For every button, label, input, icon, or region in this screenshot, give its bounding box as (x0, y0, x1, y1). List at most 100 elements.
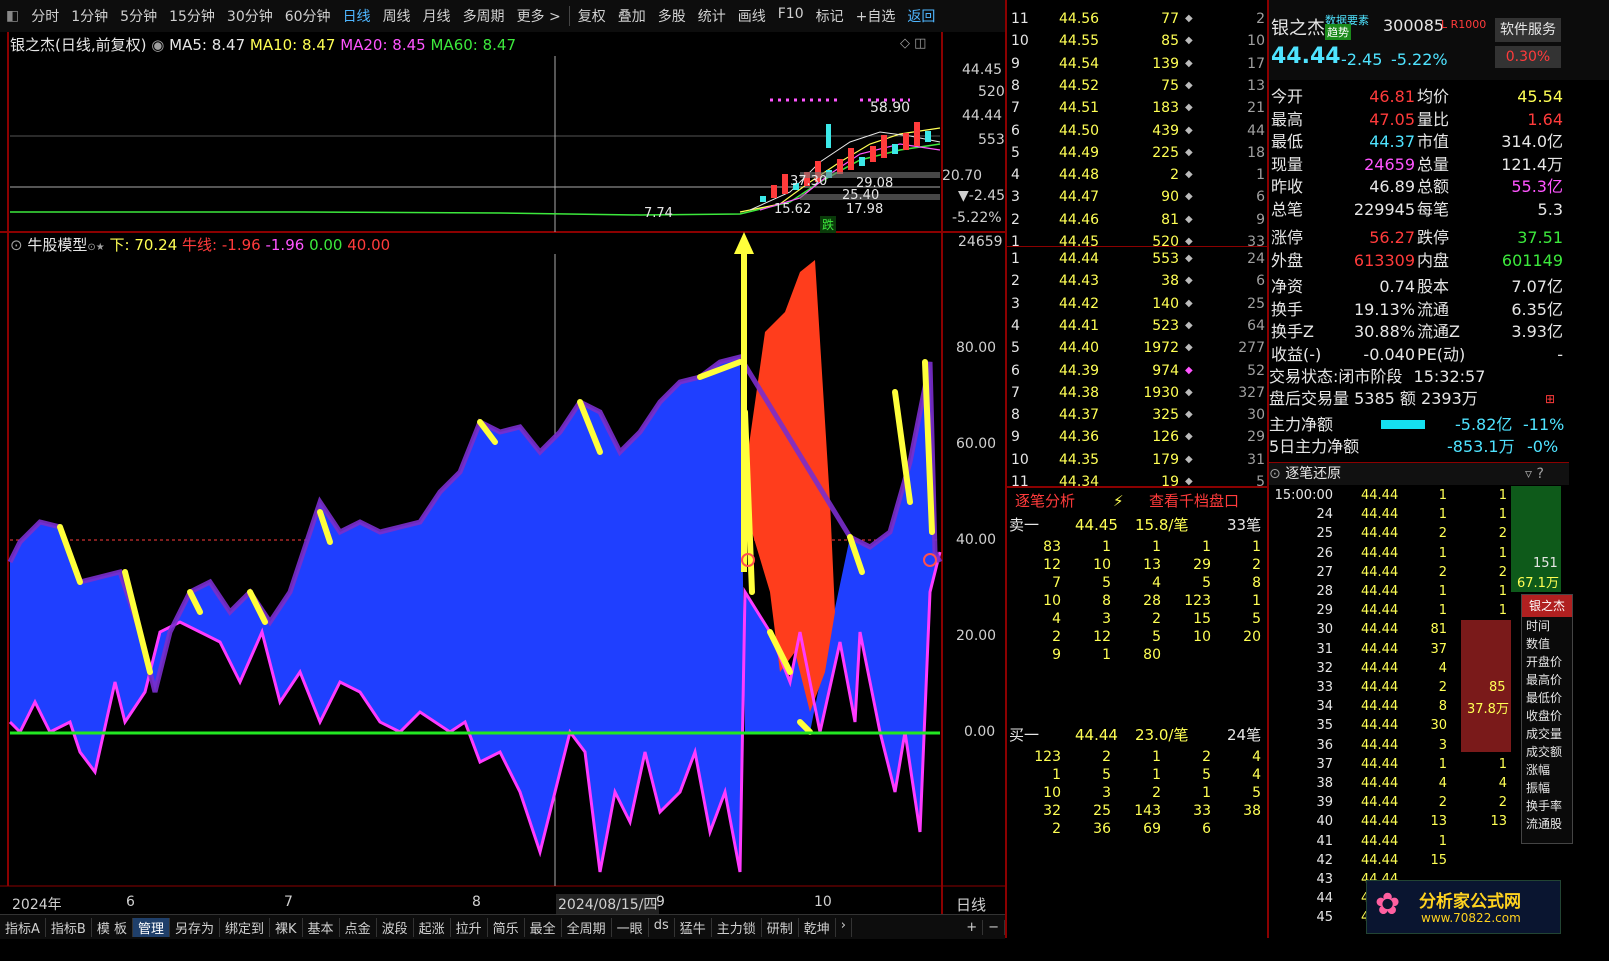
period-tab-6[interactable]: 日线 (337, 6, 377, 26)
tool-button-7[interactable]: +自选 (850, 6, 902, 26)
bids-level-5[interactable]: 5 44.40 1972 ◆ 277 (1007, 337, 1269, 359)
indicator-tab-20[interactable]: 乾坤 (799, 917, 836, 937)
tape-row-16[interactable]: 39 44.44 2 2 (1269, 793, 1529, 812)
indicator-tab-17[interactable]: 猛牛 (675, 917, 712, 937)
tape-row-5[interactable]: 28 44.44 1 1 (1269, 582, 1529, 601)
indicator-tab-19[interactable]: 研制 (762, 917, 799, 937)
tool-button-2[interactable]: 多股 (652, 6, 692, 26)
asks-level-3[interactable]: 3 44.47 90 ◆ 6 (1007, 186, 1269, 208)
bids-level-1[interactable]: 1 44.44 553 ◆ 24 (1007, 248, 1269, 270)
industry-button[interactable]: 软件服务 (1495, 18, 1561, 42)
tool-button-3[interactable]: 统计 (692, 6, 732, 26)
zoom-out-button[interactable]: − (983, 919, 1005, 935)
indicator-tab-8[interactable]: 点金 (340, 917, 377, 937)
tape-row-18[interactable]: 41 44.44 1 (1269, 832, 1529, 851)
asks-level-8[interactable]: 8 44.52 75 ◆ 13 (1007, 75, 1269, 97)
tape-row-15[interactable]: 38 44.44 4 4 (1269, 774, 1529, 793)
level-badge: L R1000 (1441, 18, 1487, 31)
period-tab-7[interactable]: 周线 (377, 6, 417, 26)
period-tab-3[interactable]: 15分钟 (163, 6, 221, 26)
zoom-in-button[interactable]: + (961, 919, 984, 935)
bids-level-2[interactable]: 2 44.43 38 ◆ 6 (1007, 270, 1269, 292)
asks-level-5[interactable]: 5 44.49 225 ◆ 18 (1007, 142, 1269, 164)
chart-canvas[interactable] (0, 32, 1005, 914)
indicator-toggle-icon[interactable]: ⊙ (10, 236, 23, 254)
sell_grid-cell: 10 (1193, 629, 1211, 645)
bids-level-8[interactable]: 8 44.37 325 ◆ 30 (1007, 404, 1269, 426)
indicator-tab-2[interactable]: 模 板 (92, 917, 133, 937)
tape-row-0[interactable]: 15:00:00 44.44 1 1 (1269, 486, 1529, 505)
tape-row-4[interactable]: 27 44.44 2 2 (1269, 563, 1529, 582)
indicator-tab-9[interactable]: 波段 (377, 917, 414, 937)
tool-button-0[interactable]: 复权 (572, 6, 612, 26)
tape-time: 35 (1316, 718, 1333, 734)
asks-level-4[interactable]: 4 44.48 2 ◆ 1 (1007, 164, 1269, 186)
period-tab-10[interactable]: 更多 > (511, 6, 567, 26)
indicator-tab-3[interactable]: 管理 (132, 917, 170, 937)
indicator-tab-11[interactable]: 拉升 (451, 917, 488, 937)
bids-level-7[interactable]: 7 44.38 1930 ◆ 327 (1007, 382, 1269, 404)
tape-price: 44.44 (1361, 603, 1399, 619)
indicator-tab-4[interactable]: 另存为 (170, 917, 220, 937)
tape-row-14[interactable]: 37 44.44 1 1 (1269, 755, 1529, 774)
bids-level-3[interactable]: 3 44.42 140 ◆ 25 (1007, 293, 1269, 315)
layout-toggle-icon[interactable]: ◧ (0, 8, 25, 24)
tape-vol2: 2 (1498, 564, 1507, 580)
diamond-icon[interactable]: ◇ ◫ (900, 36, 926, 51)
tape-row-3[interactable]: 26 44.44 1 1 (1269, 544, 1529, 563)
period-tab-5[interactable]: 60分钟 (279, 6, 337, 26)
tape-time: 37 (1316, 756, 1333, 772)
tool-button-8[interactable]: 返回 (901, 6, 941, 26)
period-tab-2[interactable]: 5分钟 (114, 6, 163, 26)
bids-dot-icon: ◆ (1185, 342, 1193, 354)
tape-row-19[interactable]: 42 44.44 15 (1269, 851, 1529, 870)
tape-toggle-icon[interactable]: ⊙ (1269, 466, 1281, 482)
asks-level-9[interactable]: 9 44.54 139 ◆ 17 (1007, 53, 1269, 75)
indicator-tab-10[interactable]: 起涨 (414, 917, 451, 937)
asks-level-7[interactable]: 7 44.51 183 ◆ 21 (1007, 97, 1269, 119)
indicator-tab-7[interactable]: 基本 (303, 917, 340, 937)
tape-row-2[interactable]: 25 44.44 2 2 (1269, 524, 1529, 543)
bids-level-6[interactable]: 6 44.39 974 ◆ 52 (1007, 360, 1269, 382)
indicator-tab-13[interactable]: 最全 (525, 917, 562, 937)
tape-row-17[interactable]: 40 44.44 13 13 (1269, 812, 1529, 831)
bids-level-9[interactable]: 9 44.36 126 ◆ 29 (1007, 426, 1269, 448)
tape-filter-icon[interactable]: ▿ ? (1525, 463, 1544, 485)
period-tab-8[interactable]: 月线 (417, 6, 457, 26)
tab-depth-view[interactable]: 查看千档盘口 (1149, 488, 1239, 514)
buy_grid-cell: 1 (1152, 749, 1161, 765)
indicator-tab-15[interactable]: 一眼 (612, 917, 649, 937)
asks-level-10[interactable]: 10 44.55 85 ◆ 10 (1007, 30, 1269, 52)
indicator-tab-18[interactable]: 主力锁 (712, 917, 762, 937)
indicator-tab-5[interactable]: 绑定到 (220, 917, 271, 937)
indicator-tab-1[interactable]: 指标B (46, 917, 92, 937)
main-chart-area[interactable]: 银之杰(日线,前复权) ◉ MA5: 8.47 MA10: 8.47 MA20:… (0, 32, 1005, 914)
indicator-tab-16[interactable]: ds (649, 917, 675, 937)
period-tab-4[interactable]: 30分钟 (221, 6, 279, 26)
period-tab-0[interactable]: 分时 (25, 6, 65, 26)
expand-icon[interactable]: ⊞ (1545, 392, 1555, 406)
tape-row-1[interactable]: 24 44.44 1 1 (1269, 505, 1529, 524)
tool-button-1[interactable]: 叠加 (612, 6, 652, 26)
asks-level-2[interactable]: 2 44.46 81 ◆ 9 (1007, 209, 1269, 231)
period-tab-1[interactable]: 1分钟 (65, 6, 114, 26)
buy1-count: 24笔 (1227, 726, 1262, 744)
tool-button-6[interactable]: 标记 (810, 6, 850, 26)
indicator-tab-14[interactable]: 全周期 (562, 917, 612, 937)
tool-button-5[interactable]: F10 (772, 6, 810, 26)
tab-tick-analysis[interactable]: 逐笔分析 (1015, 488, 1075, 514)
settings-dot-icon[interactable]: ◉ (151, 36, 164, 54)
bids-level-10[interactable]: 10 44.35 179 ◆ 31 (1007, 449, 1269, 471)
asks-level-6[interactable]: 6 44.50 439 ◆ 44 (1007, 120, 1269, 142)
indicator-tab-6[interactable]: 裸K (270, 917, 303, 937)
tool-button-4[interactable]: 画线 (732, 6, 772, 26)
asks-level-11[interactable]: 11 44.56 77 ◆ 2 (1007, 8, 1269, 30)
bids-level-4[interactable]: 4 44.41 523 ◆ 64 (1007, 315, 1269, 337)
tape-price: 44.44 (1361, 680, 1399, 695)
indicator-tab-21[interactable]: › (836, 917, 852, 937)
indicator-tab-12[interactable]: 简乐 (488, 917, 525, 937)
indicator-tab-0[interactable]: 指标A (0, 917, 46, 937)
period-tab-9[interactable]: 多周期 (457, 6, 511, 26)
asks-count: 21 (1247, 100, 1265, 117)
tape-row-6[interactable]: 29 44.44 1 1 (1269, 601, 1529, 620)
